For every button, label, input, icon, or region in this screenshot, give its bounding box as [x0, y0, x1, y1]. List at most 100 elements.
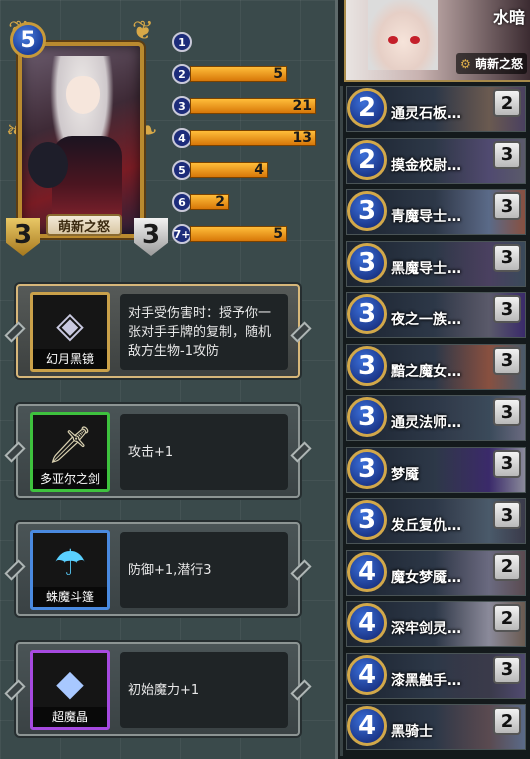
equipment-icon-frame[interactable]: ◈ 幻月黑镜: [30, 292, 110, 372]
card-cost-gem: 3: [347, 397, 387, 437]
card-count: 3: [493, 243, 521, 272]
equipment-slot[interactable]: 🗡 多亚尔之剑 攻击+1: [4, 404, 312, 498]
mana-cost-label: 7+: [172, 224, 192, 244]
equipment-name: 蛛魔斗篷: [33, 587, 107, 607]
deck-card-row[interactable]: 4 漆黑触手… 3: [346, 652, 526, 699]
card-count: 2: [493, 604, 521, 632]
equipment-slot[interactable]: ◆ 超魔晶 初始魔力+1: [4, 642, 312, 736]
card-cost-gem: 3: [347, 448, 387, 489]
deck-card-row[interactable]: 3 梦魇 3: [346, 446, 526, 493]
deck-hero-portrait: [368, 0, 438, 70]
card-count: 3: [493, 192, 521, 220]
equipment-name: 幻月黑镜: [33, 349, 107, 369]
deck-card-row[interactable]: 3 黯之魔女… 3: [346, 343, 526, 390]
equipment-description-text: 防御+1,潜行3: [128, 562, 212, 578]
deck-card-row[interactable]: 3 发丘复仇… 3: [346, 498, 526, 544]
card-name: 魔女梦魇…: [391, 569, 461, 586]
equipment-name: 多亚尔之剑: [33, 469, 107, 489]
equipment-description-text: 对手受伤害时：授予你一张对手手牌的复制，随机敌方生物-1攻防: [128, 305, 272, 359]
mana-curve-row: 62: [172, 192, 322, 212]
equipment-description: 对手受伤害时：授予你一张对手手牌的复制，随机敌方生物-1攻防: [120, 294, 288, 370]
card-count: 3: [493, 501, 521, 529]
card-name: 漆黑触手…: [391, 672, 461, 689]
mana-curve-row: 25: [172, 64, 322, 84]
card-name: 发丘复仇…: [391, 518, 461, 534]
equipment-description: 攻击+1: [120, 414, 288, 490]
card-cost-gem: 2: [347, 139, 387, 180]
deck-card-row[interactable]: 4 黑骑士 2: [346, 704, 526, 750]
card-cost-gem: 3: [347, 345, 387, 386]
mana-curve-count: 5: [273, 66, 283, 82]
card-name: 通灵石板…: [391, 106, 461, 122]
deck-hero-name: ⚙ 萌新之怒: [456, 53, 527, 74]
mana-curve-count: 13: [292, 130, 312, 146]
card-cost-gem: 3: [347, 294, 387, 334]
cloak-icon: ☂: [53, 542, 87, 584]
scrollbar[interactable]: [340, 86, 343, 756]
deck-card-row[interactable]: 2 通灵石板… 2: [346, 86, 526, 132]
equipment-slot[interactable]: ☂ 蛛魔斗篷 防御+1,潜行3: [4, 522, 312, 616]
card-cost-gem: 3: [347, 500, 387, 540]
hero-card[interactable]: ❦ ❦ ❧ ❧ 5 萌新之怒 3 3: [6, 16, 168, 258]
equipment-slot[interactable]: ◈ 幻月黑镜 对手受伤害时：授予你一张对手手牌的复制，随机敌方生物-1攻防: [4, 284, 312, 378]
hero-portrait: [18, 42, 144, 238]
deck-card-row[interactable]: 4 深牢剑灵… 2: [346, 601, 526, 647]
crystal-icon: ◆: [56, 662, 84, 704]
hero-name: 萌新之怒: [46, 214, 122, 236]
mana-cost-label: 5: [172, 160, 192, 180]
gear-icon: ⚙: [460, 57, 471, 71]
deck-card-row[interactable]: 3 夜之一族… 3: [346, 292, 526, 338]
deck-card-row[interactable]: 3 青魔导士… 3: [346, 189, 526, 235]
deck-card-row[interactable]: 2 摸金校尉… 3: [346, 137, 526, 184]
equipment-icon-frame[interactable]: 🗡 多亚尔之剑: [30, 412, 110, 492]
card-cost-gem: 3: [347, 191, 387, 231]
card-name: 夜之一族…: [391, 312, 461, 328]
mana-cost-label: 2: [172, 64, 192, 84]
equipment-icon-frame[interactable]: ☂ 蛛魔斗篷: [30, 530, 110, 610]
deck-card-row[interactable]: 3 通灵法师… 3: [346, 395, 526, 441]
mana-curve-count: 4: [254, 162, 264, 178]
card-cost-gem: 4: [347, 654, 387, 695]
mana-curve-row: 3 21: [172, 96, 322, 116]
card-count: 3: [493, 449, 521, 478]
card-count: 3: [493, 140, 521, 169]
card-cost-gem: 2: [347, 88, 387, 128]
equipment-description: 防御+1,潜行3: [120, 532, 288, 608]
card-name: 黑魔导士…: [391, 260, 461, 277]
card-count: 3: [493, 398, 521, 426]
sword-icon: 🗡: [47, 425, 93, 466]
card-cost-gem: 3: [347, 242, 387, 283]
card-count: 3: [493, 295, 521, 323]
mana-curve-row: 1: [172, 32, 322, 52]
mirror-icon: ◈: [56, 304, 84, 346]
card-name: 深牢剑灵…: [391, 621, 461, 637]
card-name: 通灵法师…: [391, 415, 461, 431]
card-count: 2: [493, 552, 521, 581]
card-cost-gem: 4: [347, 603, 387, 643]
ornament-icon: ❦: [132, 16, 154, 46]
card-count: 3: [493, 655, 521, 684]
mana-curve-row: 4 13: [172, 128, 322, 148]
hero-mana-gem: 5: [10, 22, 46, 58]
mana-cost-label: 4: [172, 128, 192, 148]
equipment-description-text: 初始魔力+1: [128, 682, 200, 698]
hero-attack: 3: [6, 218, 40, 256]
card-count: 2: [493, 707, 521, 735]
deck-title: 水暗: [492, 8, 525, 27]
mana-curve-count: 5: [273, 226, 283, 242]
mana-cost-label: 3: [172, 96, 192, 116]
card-name: 黯之魔女…: [391, 363, 461, 380]
card-name: 黑骑士: [391, 724, 433, 740]
mana-cost-label: 6: [172, 192, 192, 212]
mana-curve-row: 54: [172, 160, 322, 180]
mana-curve-count: 21: [292, 98, 312, 114]
card-name: 摸金校尉…: [391, 157, 461, 174]
mana-curve-row: 7+ 5: [172, 224, 322, 244]
mana-cost-label: 1: [172, 32, 192, 52]
deck-card-row[interactable]: 4 魔女梦魇… 2: [346, 549, 526, 596]
deck-hero-banner[interactable]: 水暗 ⚙ 萌新之怒: [344, 0, 530, 82]
deck-card-row[interactable]: 3 黑魔导士… 3: [346, 240, 526, 287]
hero-health: 3: [134, 218, 168, 256]
card-cost-gem: 4: [347, 551, 387, 592]
equipment-icon-frame[interactable]: ◆ 超魔晶: [30, 650, 110, 730]
